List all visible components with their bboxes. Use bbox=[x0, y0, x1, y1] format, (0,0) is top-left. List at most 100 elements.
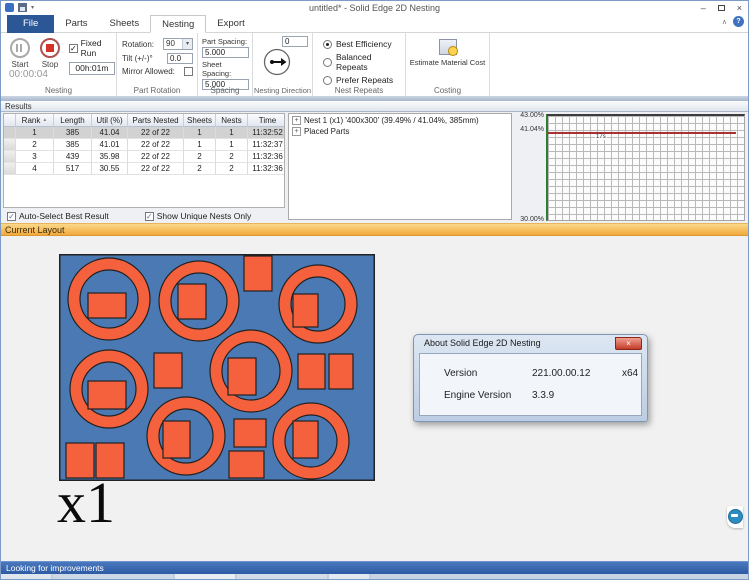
ribbon-group-part-rotation: Rotation: 90 ▾ Tilt (+/-)° Mirror Allowe… bbox=[117, 33, 198, 96]
expander-icon[interactable]: + bbox=[292, 127, 301, 136]
collapse-ribbon-icon[interactable]: ∧ bbox=[722, 18, 727, 26]
column-header-util-[interactable]: Util (%) bbox=[92, 114, 128, 127]
fixed-run-checkbox[interactable]: ✓ Fixed Run bbox=[69, 38, 116, 58]
row-selector bbox=[4, 127, 16, 139]
table-row[interactable]: 138541.0422 of 221111:32:52 bbox=[4, 127, 284, 139]
cell: 22 of 22 bbox=[128, 151, 184, 163]
mirror-label: Mirror Allowed: bbox=[122, 67, 175, 76]
cell: 2 bbox=[184, 163, 216, 175]
tree-item[interactable]: +Nest 1 (x1) '400x300' (39.49% / 41.04%,… bbox=[292, 116, 508, 125]
rect-part bbox=[228, 358, 256, 395]
cell: 35.98 bbox=[92, 151, 128, 163]
help-icon[interactable]: ? bbox=[733, 16, 744, 27]
tilt-field[interactable] bbox=[167, 53, 193, 64]
radio-prefer-repeats[interactable]: Prefer Repeats bbox=[323, 75, 405, 85]
ribbon-tab-row: FilePartsSheetsNestingExport ∧ ? bbox=[1, 15, 748, 33]
column-header-sheets[interactable]: Sheets bbox=[184, 114, 216, 127]
column-header-parts-nested[interactable]: Parts Nested bbox=[128, 114, 184, 127]
direction-angle-field[interactable] bbox=[282, 36, 308, 47]
radio-icon bbox=[323, 76, 332, 85]
utilization-chart: 17s 43.00%41.04%30.00% bbox=[513, 112, 747, 223]
rect-part bbox=[229, 451, 264, 478]
cell: 1 bbox=[216, 127, 248, 139]
radio-balanced-repeats[interactable]: Balanced Repeats bbox=[323, 52, 405, 72]
estimate-material-cost-button[interactable]: Estimate Material Cost bbox=[406, 39, 489, 67]
cell: 1 bbox=[184, 139, 216, 151]
rect-part bbox=[244, 256, 272, 291]
start-icon bbox=[10, 38, 30, 58]
tab-export[interactable]: Export bbox=[206, 15, 255, 33]
about-dialog: About Solid Edge 2D Nesting × Version 22… bbox=[413, 334, 648, 422]
y-axis-tick: 43.00% bbox=[520, 112, 544, 119]
material-cost-icon bbox=[439, 39, 457, 55]
title-bar: ▾ untitled* - Solid Edge 2D Nesting – × bbox=[1, 1, 748, 15]
sheet-multiplier: x1 bbox=[57, 474, 115, 532]
group-label-nesting: Nesting bbox=[1, 86, 116, 95]
tab-parts[interactable]: Parts bbox=[54, 15, 98, 33]
cell: 11:32:52 bbox=[248, 127, 285, 139]
rect-part bbox=[178, 284, 206, 319]
table-row[interactable]: 343935.9822 of 222211:32:36 bbox=[4, 151, 284, 163]
column-header-nests[interactable]: Nests bbox=[216, 114, 248, 127]
radio-icon bbox=[323, 58, 332, 67]
checkbox-icon: ✓ bbox=[145, 212, 154, 221]
mirror-allowed-checkbox[interactable] bbox=[184, 67, 193, 76]
cell: 4 bbox=[16, 163, 54, 175]
rotation-dropdown[interactable]: 90 ▾ bbox=[163, 38, 193, 50]
row-selector-header[interactable] bbox=[4, 114, 16, 127]
ribbon-group-costing: Estimate Material Cost Costing bbox=[406, 33, 490, 96]
minimize-button[interactable]: – bbox=[701, 1, 706, 15]
show-unique-nests-checkbox[interactable]: ✓ Show Unique Nests Only bbox=[145, 211, 252, 221]
nested-sheet bbox=[59, 254, 375, 481]
part-spacing-field[interactable] bbox=[202, 47, 249, 58]
nesting-direction-icon[interactable] bbox=[263, 48, 291, 81]
version-value: 221.00.00.12 bbox=[532, 368, 622, 379]
results-header: Results bbox=[1, 101, 748, 112]
rotation-label: Rotation: bbox=[122, 40, 154, 49]
cell: 439 bbox=[54, 151, 92, 163]
tree-item[interactable]: +Placed Parts bbox=[292, 127, 508, 136]
radio-icon bbox=[323, 40, 332, 49]
table-row[interactable]: 238541.0122 of 221111:32:37 bbox=[4, 139, 284, 151]
group-label-nest-repeats: Nest Repeats bbox=[313, 86, 405, 95]
chart-plot-area: 17s bbox=[546, 114, 745, 221]
cell: 2 bbox=[216, 151, 248, 163]
close-button[interactable]: × bbox=[737, 1, 742, 15]
ribbon-spacer bbox=[490, 33, 748, 96]
rect-part bbox=[88, 293, 126, 318]
group-label-costing: Costing bbox=[406, 86, 489, 95]
cell: 22 of 22 bbox=[128, 163, 184, 175]
restore-icon bbox=[718, 5, 725, 11]
tab-sheets[interactable]: Sheets bbox=[99, 15, 151, 33]
ribbon-group-nest-repeats: Best Efficiency Balanced Repeats Prefer Re… bbox=[313, 33, 406, 96]
run-time-field[interactable] bbox=[69, 62, 115, 75]
cell: 2 bbox=[184, 151, 216, 163]
tab-file[interactable]: File bbox=[7, 15, 54, 33]
tab-nesting[interactable]: Nesting bbox=[150, 15, 206, 33]
utilization-line bbox=[548, 132, 736, 134]
rect-part bbox=[154, 353, 182, 388]
cell: 1 bbox=[216, 139, 248, 151]
column-header-time[interactable]: Time bbox=[248, 114, 285, 127]
app-window: ▾ untitled* - Solid Edge 2D Nesting – × … bbox=[0, 0, 749, 580]
auto-select-best-result-checkbox[interactable]: ✓ Auto-Select Best Result bbox=[7, 211, 109, 221]
cell: 41.01 bbox=[92, 139, 128, 151]
expander-icon[interactable]: + bbox=[292, 116, 301, 125]
tilt-label: Tilt (+/-)° bbox=[122, 54, 153, 63]
cell: 2 bbox=[16, 139, 54, 151]
checkbox-icon: ✓ bbox=[7, 212, 16, 221]
cell: 385 bbox=[54, 139, 92, 151]
helper-icon[interactable] bbox=[727, 506, 743, 528]
cell: 22 of 22 bbox=[128, 127, 184, 139]
column-header-length[interactable]: Length bbox=[54, 114, 92, 127]
results-table: Rank▲LengthUtil (%)Parts NestedSheetsNes… bbox=[3, 113, 285, 208]
cell: 2 bbox=[216, 163, 248, 175]
table-row[interactable]: 451730.5522 of 222211:32:36 bbox=[4, 163, 284, 175]
restore-button[interactable] bbox=[718, 1, 725, 15]
ribbon-group-spacing: Part Spacing: Sheet Spacing: Spacing bbox=[198, 33, 253, 96]
about-close-button[interactable]: × bbox=[615, 337, 642, 350]
radio-best-efficiency[interactable]: Best Efficiency bbox=[323, 39, 405, 49]
cell: 22 of 22 bbox=[128, 139, 184, 151]
cell: 11:32:37 bbox=[248, 139, 285, 151]
column-header-rank[interactable]: Rank▲ bbox=[16, 114, 54, 127]
